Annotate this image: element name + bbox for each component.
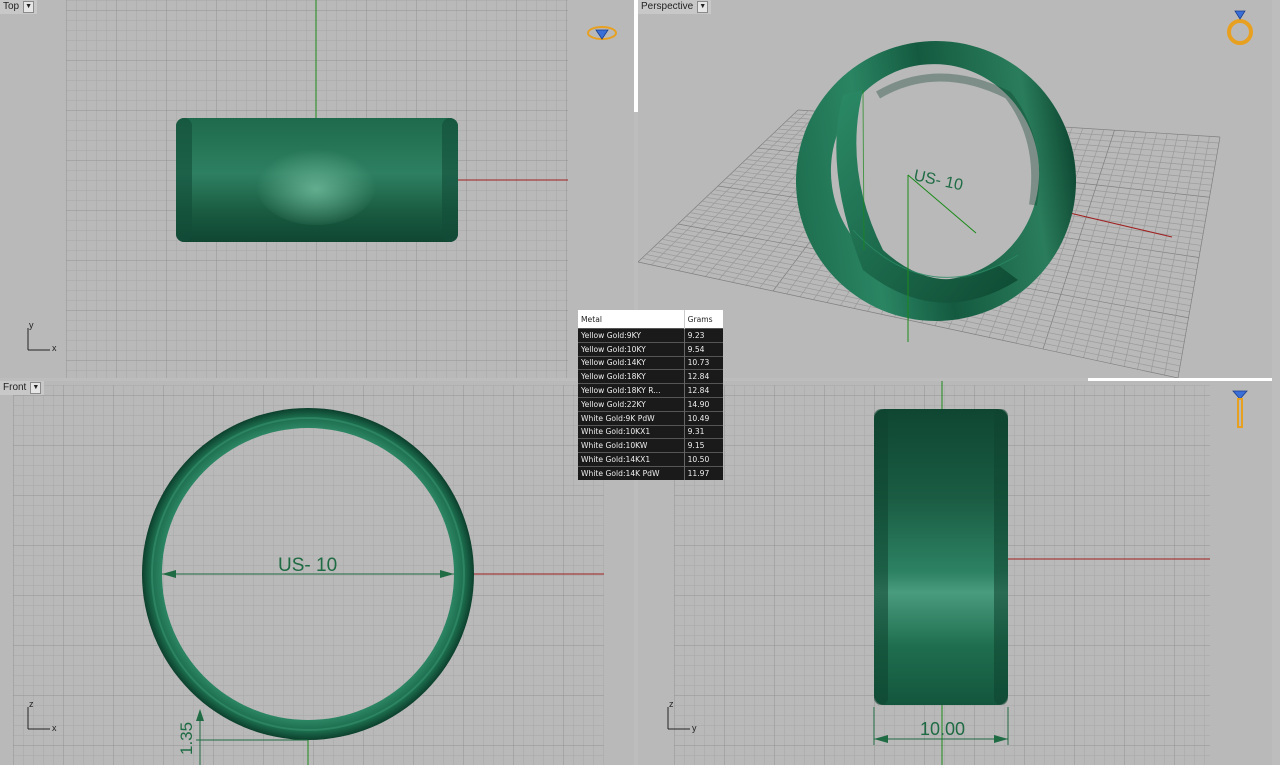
perspective-grid-line	[1137, 134, 1189, 370]
window-edge	[1272, 0, 1280, 765]
metal-cell: White Gold:10KX1	[578, 424, 685, 439]
grams-cell: 14.90	[684, 396, 723, 412]
table-header-row: Metal Grams	[578, 310, 723, 329]
table-row[interactable]: Yellow Gold:18KY R... 12.84	[578, 383, 723, 398]
right-scene: 10.00	[674, 381, 1210, 765]
front-dimension: US- 10	[278, 555, 337, 576]
table-row[interactable]: White Gold:10KX1 9.31	[578, 424, 723, 439]
perspective-scene: US- 10	[638, 41, 1221, 378]
ring-icon[interactable]	[1224, 8, 1256, 53]
axis-label-b: x	[52, 723, 57, 733]
viewport-front-label: Front	[3, 382, 27, 393]
perspective-grid-line	[1164, 136, 1210, 376]
grams-cell: 9.15	[684, 438, 723, 453]
table-row[interactable]: Yellow Gold:22KY 14.90	[578, 396, 723, 412]
grams-cell: 10.73	[684, 355, 723, 370]
table-row[interactable]: Yellow Gold:10KY 9.54	[578, 341, 723, 357]
viewport-top-label: Top	[3, 1, 20, 12]
thickness-dimension: 1.35	[177, 722, 196, 755]
chevron-down-icon[interactable]: ▼	[23, 1, 35, 13]
table-row[interactable]: Yellow Gold:14KY 10.73	[578, 355, 723, 370]
table-row[interactable]: Yellow Gold:9KY 9.23	[578, 328, 723, 343]
diamond-icon[interactable]	[586, 24, 618, 47]
grams-cell: 12.84	[684, 383, 723, 398]
metal-cell: Yellow Gold:14KY	[578, 355, 685, 370]
table-row[interactable]: Yellow Gold:18KY 12.84	[578, 369, 723, 384]
table-row[interactable]: White Gold:10KW 9.15	[578, 438, 723, 453]
viewport-divider[interactable]	[634, 0, 638, 112]
table-row[interactable]: White Gold:14K PdW 11.97	[578, 465, 723, 480]
front-scene: US- 10 1.35	[13, 385, 604, 765]
axis-label-a: y	[29, 320, 34, 330]
axis-label-b: x	[52, 343, 57, 353]
perspective-grid-line	[1177, 136, 1221, 378]
ring-top-view	[176, 118, 458, 242]
metal-cell: Yellow Gold:10KY	[578, 341, 685, 357]
axis-label-a: z	[29, 699, 34, 709]
metal-cell: Yellow Gold:22KY	[578, 396, 685, 412]
grams-cell: 9.23	[684, 328, 723, 343]
metal-cell: White Gold:14KX1	[578, 452, 685, 467]
grams-cell: 10.49	[684, 410, 723, 426]
diamond-side-icon[interactable]	[1230, 387, 1250, 436]
grams-cell: 9.54	[684, 341, 723, 357]
table-row[interactable]: White Gold:14KX1 10.50	[578, 452, 723, 467]
metal-cell: White Gold:9K PdW	[578, 410, 685, 426]
axis-label-a: z	[669, 699, 674, 709]
viewport-divider[interactable]	[1088, 378, 1272, 381]
metal-cell: Yellow Gold:9KY	[578, 328, 685, 343]
chevron-down-icon[interactable]: ▼	[697, 1, 709, 13]
grams-cell: 10.50	[684, 452, 723, 467]
metal-weight-table: Metal Grams Yellow Gold:9KY 9.23 Yellow Go…	[578, 310, 723, 480]
metal-cell: White Gold:10KW	[578, 438, 685, 453]
ring-side-view	[874, 409, 1008, 705]
top-scene	[66, 0, 568, 378]
table-body: Yellow Gold:9KY 9.23 Yellow Gold:10KY 9.54 Y…	[578, 328, 723, 480]
metal-cell: White Gold:14K PdW	[578, 465, 685, 480]
column-header-metal: Metal	[578, 310, 685, 329]
viewport-front[interactable]: US- 10 1.35 Front ▼ z x	[0, 381, 634, 765]
grams-cell: 12.84	[684, 369, 723, 384]
metal-cell: Yellow Gold:18KY R...	[578, 383, 685, 398]
viewport-perspective-label: Perspective	[641, 1, 694, 12]
viewport-right[interactable]: 10.00 z y	[638, 381, 1272, 765]
chevron-down-icon[interactable]: ▼	[30, 382, 42, 394]
axis-label-b: y	[692, 723, 697, 733]
grams-cell: 9.31	[684, 424, 723, 439]
viewport-title-perspective[interactable]: Perspective ▼	[638, 0, 712, 14]
viewport-title-front[interactable]: Front ▼	[0, 381, 45, 395]
viewport-perspective[interactable]: US- 10 Perspective ▼	[638, 0, 1272, 378]
width-dimension: 10.00	[920, 719, 965, 739]
metal-cell: Yellow Gold:18KY	[578, 369, 685, 384]
viewport-top[interactable]: Top ▼ y x	[0, 0, 634, 378]
grams-cell: 11.97	[684, 465, 723, 480]
column-header-grams: Grams	[684, 310, 723, 329]
table-row[interactable]: White Gold:9K PdW 10.49	[578, 410, 723, 426]
perspective-grid-line	[1123, 134, 1179, 367]
perspective-grid-line	[1110, 133, 1168, 364]
viewport-title-top[interactable]: Top ▼	[0, 0, 38, 14]
